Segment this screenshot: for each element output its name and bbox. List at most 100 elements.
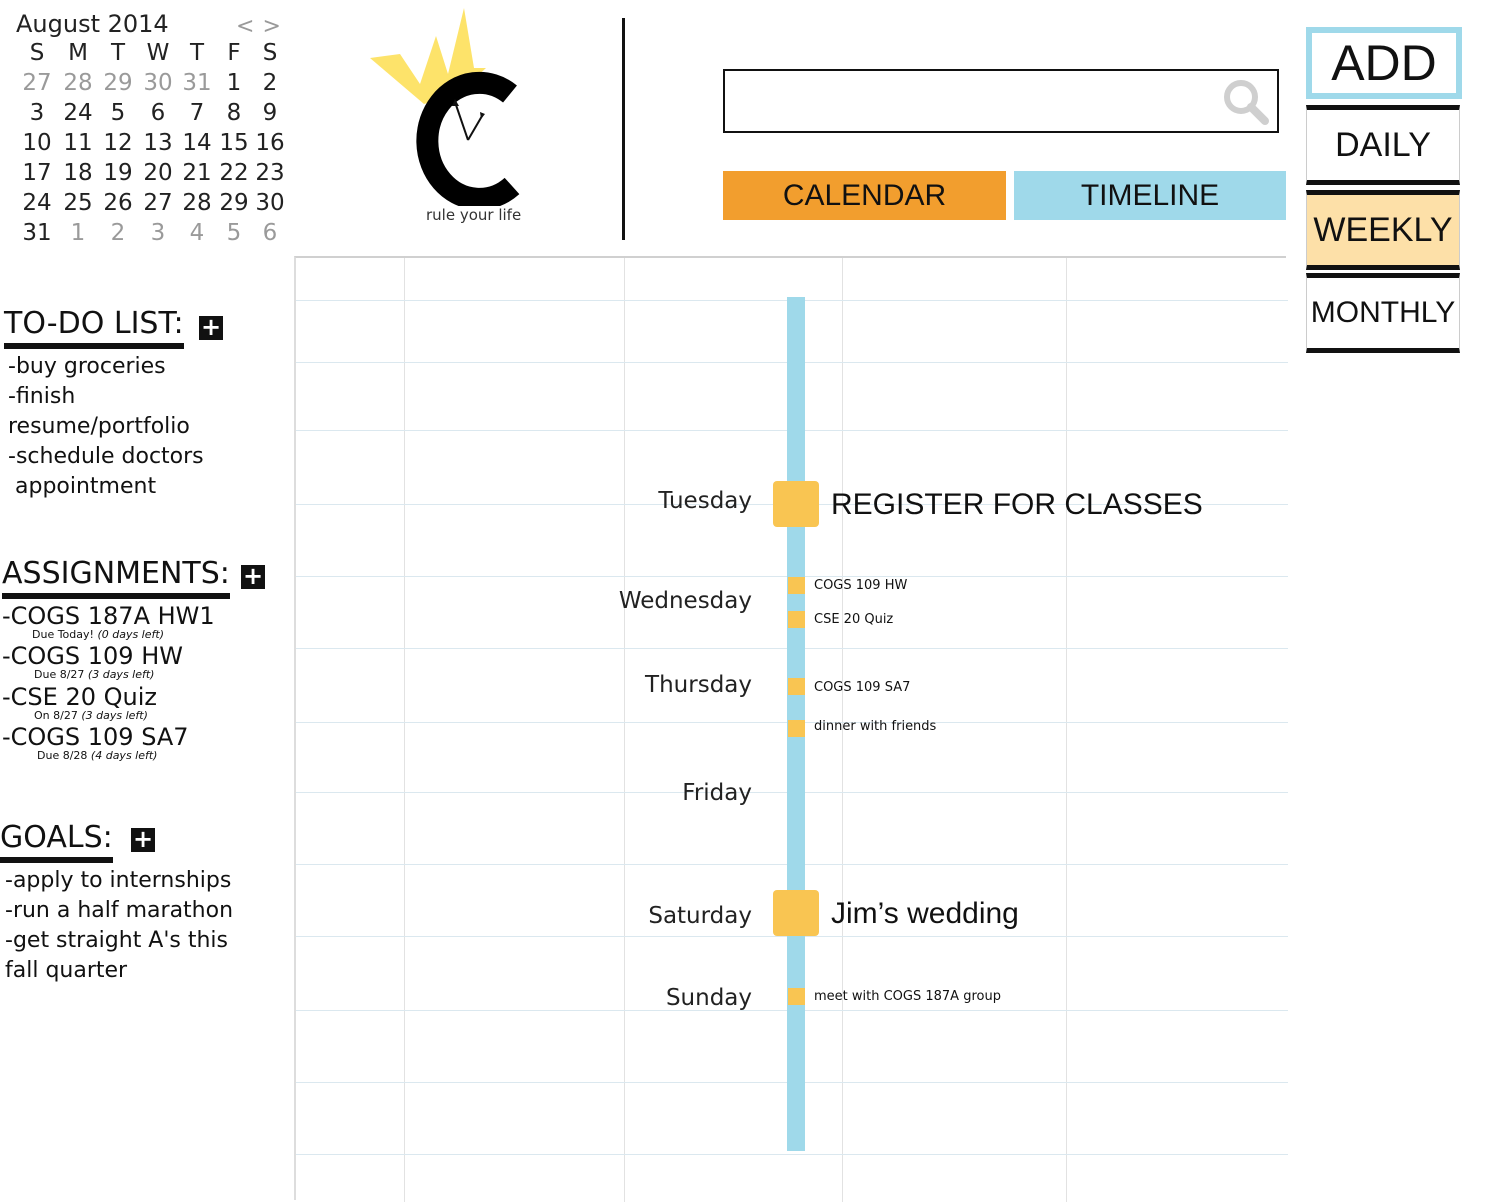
tab-calendar[interactable]: CALENDAR xyxy=(723,171,1006,220)
assignment-item[interactable]: -COGS 187A HW1 Due Today! (0 days left) xyxy=(2,602,215,642)
mini-calendar-day[interactable]: 9 xyxy=(250,100,290,126)
event-marker[interactable] xyxy=(788,611,805,628)
assignment-item[interactable]: -COGS 109 SA7 Due 8/28 (4 days left) xyxy=(2,723,215,763)
weekday-label: T xyxy=(110,40,126,66)
event-marker[interactable] xyxy=(773,890,819,936)
mini-calendar-day[interactable]: 3 xyxy=(17,100,57,126)
day-label-sunday: Sunday xyxy=(665,985,752,1011)
assignment-name: -CSE 20 Quiz xyxy=(2,683,157,711)
event-marker[interactable] xyxy=(788,678,805,695)
day-label-tuesday: Tuesday xyxy=(658,488,752,514)
mini-calendar-day[interactable]: 8 xyxy=(214,100,254,126)
mini-calendar-day[interactable]: 16 xyxy=(250,130,290,156)
mini-calendar-day[interactable]: 27 xyxy=(17,70,57,96)
mini-calendar-day[interactable]: 19 xyxy=(98,160,138,186)
add-todo-button[interactable]: + xyxy=(199,315,223,340)
app-logo: rule your life xyxy=(362,6,562,236)
mini-calendar-day[interactable]: 28 xyxy=(58,70,98,96)
weekday-label: F xyxy=(227,40,241,66)
mini-calendar-day[interactable]: 4 xyxy=(177,220,217,246)
add-button[interactable]: ADD xyxy=(1306,27,1462,99)
mini-calendar-day[interactable]: 18 xyxy=(58,160,98,186)
crown-clock-logo-icon xyxy=(370,8,520,210)
next-month-button[interactable]: > xyxy=(262,14,280,39)
mini-calendar-day[interactable]: 31 xyxy=(17,220,57,246)
search-input[interactable] xyxy=(735,81,1219,123)
todo-item[interactable]: -schedule doctors xyxy=(8,442,204,472)
mini-calendar-day[interactable]: 5 xyxy=(98,100,138,126)
grid-line xyxy=(1066,258,1067,1202)
mini-calendar-day[interactable]: 3 xyxy=(138,220,178,246)
todo-item[interactable]: resume/portfolio xyxy=(8,412,204,442)
mini-calendar-day[interactable]: 30 xyxy=(250,190,290,216)
mini-calendar-day[interactable]: 29 xyxy=(214,190,254,216)
mini-calendar-day[interactable]: 24 xyxy=(58,100,98,126)
event-title[interactable]: meet with COGS 187A group xyxy=(814,989,1001,1004)
mini-calendar-day[interactable]: 7 xyxy=(177,100,217,126)
mini-calendar-day[interactable]: 13 xyxy=(138,130,178,156)
daily-view-button[interactable]: DAILY xyxy=(1306,105,1460,185)
grid-line xyxy=(296,1154,1288,1155)
day-label-thursday: Thursday xyxy=(645,672,752,698)
event-title[interactable]: REGISTER FOR CLASSES xyxy=(831,488,1203,522)
monthly-view-button[interactable]: MONTHLY xyxy=(1306,273,1460,353)
mini-calendar-day[interactable]: 25 xyxy=(58,190,98,216)
assignments-list: -COGS 187A HW1 Due Today! (0 days left) … xyxy=(2,602,215,763)
mini-calendar-week: 27 28 29 30 31 1 2 xyxy=(14,70,294,100)
assignment-name: -COGS 187A HW1 xyxy=(2,602,215,630)
assignment-item[interactable]: -CSE 20 Quiz On 8/27 (3 days left) xyxy=(2,683,215,723)
goal-item[interactable]: fall quarter xyxy=(5,956,233,986)
mini-calendar-day[interactable]: 11 xyxy=(58,130,98,156)
search-icon[interactable] xyxy=(1221,77,1271,127)
mini-calendar-day[interactable]: 30 xyxy=(138,70,178,96)
mini-calendar-day[interactable]: 1 xyxy=(58,220,98,246)
mini-calendar-day[interactable]: 6 xyxy=(138,100,178,126)
event-marker[interactable] xyxy=(788,720,805,737)
mini-calendar-day[interactable]: 12 xyxy=(98,130,138,156)
todo-list: -buy groceries -finish resume/portfolio … xyxy=(8,352,204,502)
event-title[interactable]: dinner with friends xyxy=(814,719,936,734)
mini-calendar-day[interactable]: 2 xyxy=(250,70,290,96)
goal-item[interactable]: -get straight A's this xyxy=(5,926,233,956)
event-title[interactable]: COGS 109 SA7 xyxy=(814,680,910,695)
mini-calendar-day[interactable]: 20 xyxy=(138,160,178,186)
goals-list: -apply to internships -run a half marath… xyxy=(5,866,233,986)
mini-calendar-day[interactable]: 29 xyxy=(98,70,138,96)
mini-calendar-day[interactable]: 2 xyxy=(98,220,138,246)
mini-calendar-day[interactable]: 1 xyxy=(214,70,254,96)
mini-calendar-day[interactable]: 15 xyxy=(214,130,254,156)
mini-calendar-day[interactable]: 6 xyxy=(250,220,290,246)
goal-item[interactable]: -apply to internships xyxy=(5,866,233,896)
mini-calendar-day[interactable]: 22 xyxy=(214,160,254,186)
event-marker[interactable] xyxy=(788,988,805,1005)
assignment-due: Due 8/27 (3 days left) xyxy=(34,668,155,681)
weekly-view-button[interactable]: WEEKLY xyxy=(1306,190,1460,270)
event-marker[interactable] xyxy=(788,577,805,594)
mini-calendar-day[interactable]: 28 xyxy=(177,190,217,216)
mini-calendar-day[interactable]: 24 xyxy=(17,190,57,216)
todo-item[interactable]: appointment xyxy=(8,472,204,502)
mini-calendar-day[interactable]: 10 xyxy=(17,130,57,156)
tab-timeline[interactable]: TIMELINE xyxy=(1014,171,1286,220)
mini-calendar-day[interactable]: 31 xyxy=(177,70,217,96)
event-title[interactable]: COGS 109 HW xyxy=(814,578,907,593)
prev-month-button[interactable]: < xyxy=(236,14,254,39)
todo-item[interactable]: -buy groceries xyxy=(8,352,204,382)
mini-calendar-day[interactable]: 5 xyxy=(214,220,254,246)
mini-calendar-day[interactable]: 27 xyxy=(138,190,178,216)
mini-calendar-day[interactable]: 14 xyxy=(177,130,217,156)
mini-calendar-day[interactable]: 17 xyxy=(17,160,57,186)
grid-line xyxy=(624,258,625,1202)
add-goal-button[interactable]: + xyxy=(131,827,155,852)
assignment-item[interactable]: -COGS 109 HW Due 8/27 (3 days left) xyxy=(2,642,215,683)
mini-calendar-day[interactable]: 23 xyxy=(250,160,290,186)
weekday-label: S xyxy=(262,40,278,66)
event-title[interactable]: Jim’s wedding xyxy=(831,897,1019,931)
add-assignment-button[interactable]: + xyxy=(241,564,265,589)
event-marker[interactable] xyxy=(773,481,819,527)
todo-item[interactable]: -finish xyxy=(8,382,204,412)
goal-item[interactable]: -run a half marathon xyxy=(5,896,233,926)
mini-calendar-day[interactable]: 26 xyxy=(98,190,138,216)
event-title[interactable]: CSE 20 Quiz xyxy=(814,612,893,627)
mini-calendar-day[interactable]: 21 xyxy=(177,160,217,186)
